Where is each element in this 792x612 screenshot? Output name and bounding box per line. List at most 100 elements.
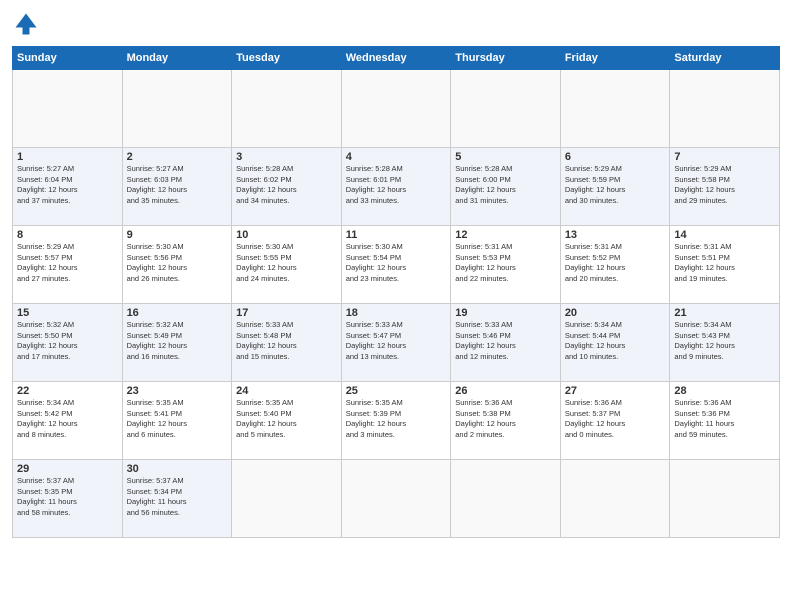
day-info: Sunrise: 5:28 AM Sunset: 6:01 PM Dayligh…: [346, 164, 447, 206]
day-info: Sunrise: 5:34 AM Sunset: 5:43 PM Dayligh…: [674, 320, 775, 362]
day-number: 26: [455, 385, 556, 397]
day-number: 13: [565, 229, 666, 241]
day-cell: 15Sunrise: 5:32 AM Sunset: 5:50 PM Dayli…: [13, 304, 123, 382]
day-number: 17: [236, 307, 337, 319]
day-info: Sunrise: 5:35 AM Sunset: 5:41 PM Dayligh…: [127, 398, 228, 440]
col-header-tuesday: Tuesday: [232, 47, 342, 70]
week-row-1: 1Sunrise: 5:27 AM Sunset: 6:04 PM Daylig…: [13, 148, 780, 226]
day-cell: 26Sunrise: 5:36 AM Sunset: 5:38 PM Dayli…: [451, 382, 561, 460]
day-cell: [670, 460, 780, 538]
calendar-table: SundayMondayTuesdayWednesdayThursdayFrid…: [12, 46, 780, 538]
day-number: 1: [17, 151, 118, 163]
header-row: SundayMondayTuesdayWednesdayThursdayFrid…: [13, 47, 780, 70]
day-number: 3: [236, 151, 337, 163]
day-cell: 28Sunrise: 5:36 AM Sunset: 5:36 PM Dayli…: [670, 382, 780, 460]
day-number: 9: [127, 229, 228, 241]
day-cell: 8Sunrise: 5:29 AM Sunset: 5:57 PM Daylig…: [13, 226, 123, 304]
day-number: 25: [346, 385, 447, 397]
day-number: 27: [565, 385, 666, 397]
day-cell: [341, 70, 451, 148]
day-cell: [560, 460, 670, 538]
day-info: Sunrise: 5:31 AM Sunset: 5:51 PM Dayligh…: [674, 242, 775, 284]
week-row-3: 15Sunrise: 5:32 AM Sunset: 5:50 PM Dayli…: [13, 304, 780, 382]
week-row-2: 8Sunrise: 5:29 AM Sunset: 5:57 PM Daylig…: [13, 226, 780, 304]
day-info: Sunrise: 5:35 AM Sunset: 5:39 PM Dayligh…: [346, 398, 447, 440]
day-info: Sunrise: 5:30 AM Sunset: 5:54 PM Dayligh…: [346, 242, 447, 284]
day-cell: 17Sunrise: 5:33 AM Sunset: 5:48 PM Dayli…: [232, 304, 342, 382]
day-number: 15: [17, 307, 118, 319]
col-header-sunday: Sunday: [13, 47, 123, 70]
day-cell: 29Sunrise: 5:37 AM Sunset: 5:35 PM Dayli…: [13, 460, 123, 538]
day-cell: [13, 70, 123, 148]
day-number: 16: [127, 307, 228, 319]
week-row-4: 22Sunrise: 5:34 AM Sunset: 5:42 PM Dayli…: [13, 382, 780, 460]
week-row-0: [13, 70, 780, 148]
day-cell: 20Sunrise: 5:34 AM Sunset: 5:44 PM Dayli…: [560, 304, 670, 382]
day-cell: 10Sunrise: 5:30 AM Sunset: 5:55 PM Dayli…: [232, 226, 342, 304]
logo: [12, 10, 44, 38]
day-number: 19: [455, 307, 556, 319]
day-info: Sunrise: 5:33 AM Sunset: 5:47 PM Dayligh…: [346, 320, 447, 362]
day-cell: 27Sunrise: 5:36 AM Sunset: 5:37 PM Dayli…: [560, 382, 670, 460]
day-number: 22: [17, 385, 118, 397]
day-cell: [451, 460, 561, 538]
day-info: Sunrise: 5:30 AM Sunset: 5:55 PM Dayligh…: [236, 242, 337, 284]
day-cell: 18Sunrise: 5:33 AM Sunset: 5:47 PM Dayli…: [341, 304, 451, 382]
day-info: Sunrise: 5:33 AM Sunset: 5:46 PM Dayligh…: [455, 320, 556, 362]
day-number: 11: [346, 229, 447, 241]
day-info: Sunrise: 5:32 AM Sunset: 5:50 PM Dayligh…: [17, 320, 118, 362]
day-info: Sunrise: 5:30 AM Sunset: 5:56 PM Dayligh…: [127, 242, 228, 284]
day-number: 29: [17, 463, 118, 475]
day-info: Sunrise: 5:36 AM Sunset: 5:37 PM Dayligh…: [565, 398, 666, 440]
day-info: Sunrise: 5:29 AM Sunset: 5:57 PM Dayligh…: [17, 242, 118, 284]
day-info: Sunrise: 5:32 AM Sunset: 5:49 PM Dayligh…: [127, 320, 228, 362]
day-number: 2: [127, 151, 228, 163]
day-cell: 23Sunrise: 5:35 AM Sunset: 5:41 PM Dayli…: [122, 382, 232, 460]
day-info: Sunrise: 5:27 AM Sunset: 6:03 PM Dayligh…: [127, 164, 228, 206]
day-cell: 12Sunrise: 5:31 AM Sunset: 5:53 PM Dayli…: [451, 226, 561, 304]
day-cell: [670, 70, 780, 148]
col-header-thursday: Thursday: [451, 47, 561, 70]
day-cell: 13Sunrise: 5:31 AM Sunset: 5:52 PM Dayli…: [560, 226, 670, 304]
day-cell: [232, 70, 342, 148]
day-cell: 16Sunrise: 5:32 AM Sunset: 5:49 PM Dayli…: [122, 304, 232, 382]
day-info: Sunrise: 5:37 AM Sunset: 5:35 PM Dayligh…: [17, 476, 118, 518]
day-cell: 11Sunrise: 5:30 AM Sunset: 5:54 PM Dayli…: [341, 226, 451, 304]
day-info: Sunrise: 5:37 AM Sunset: 5:34 PM Dayligh…: [127, 476, 228, 518]
day-cell: 14Sunrise: 5:31 AM Sunset: 5:51 PM Dayli…: [670, 226, 780, 304]
day-number: 14: [674, 229, 775, 241]
col-header-wednesday: Wednesday: [341, 47, 451, 70]
col-header-monday: Monday: [122, 47, 232, 70]
header: [12, 10, 780, 38]
day-cell: [451, 70, 561, 148]
day-number: 20: [565, 307, 666, 319]
day-info: Sunrise: 5:31 AM Sunset: 5:53 PM Dayligh…: [455, 242, 556, 284]
day-cell: 6Sunrise: 5:29 AM Sunset: 5:59 PM Daylig…: [560, 148, 670, 226]
day-cell: 21Sunrise: 5:34 AM Sunset: 5:43 PM Dayli…: [670, 304, 780, 382]
day-cell: [232, 460, 342, 538]
logo-icon: [12, 10, 40, 38]
day-cell: 9Sunrise: 5:30 AM Sunset: 5:56 PM Daylig…: [122, 226, 232, 304]
day-cell: 3Sunrise: 5:28 AM Sunset: 6:02 PM Daylig…: [232, 148, 342, 226]
day-cell: 25Sunrise: 5:35 AM Sunset: 5:39 PM Dayli…: [341, 382, 451, 460]
day-number: 23: [127, 385, 228, 397]
day-number: 7: [674, 151, 775, 163]
day-cell: 19Sunrise: 5:33 AM Sunset: 5:46 PM Dayli…: [451, 304, 561, 382]
day-cell: 1Sunrise: 5:27 AM Sunset: 6:04 PM Daylig…: [13, 148, 123, 226]
day-info: Sunrise: 5:27 AM Sunset: 6:04 PM Dayligh…: [17, 164, 118, 206]
day-number: 8: [17, 229, 118, 241]
day-number: 6: [565, 151, 666, 163]
day-cell: 4Sunrise: 5:28 AM Sunset: 6:01 PM Daylig…: [341, 148, 451, 226]
day-info: Sunrise: 5:28 AM Sunset: 6:02 PM Dayligh…: [236, 164, 337, 206]
day-number: 10: [236, 229, 337, 241]
day-info: Sunrise: 5:36 AM Sunset: 5:38 PM Dayligh…: [455, 398, 556, 440]
day-cell: [341, 460, 451, 538]
day-number: 28: [674, 385, 775, 397]
day-cell: 5Sunrise: 5:28 AM Sunset: 6:00 PM Daylig…: [451, 148, 561, 226]
day-info: Sunrise: 5:31 AM Sunset: 5:52 PM Dayligh…: [565, 242, 666, 284]
day-number: 5: [455, 151, 556, 163]
col-header-saturday: Saturday: [670, 47, 780, 70]
day-cell: [560, 70, 670, 148]
day-cell: 7Sunrise: 5:29 AM Sunset: 5:58 PM Daylig…: [670, 148, 780, 226]
day-info: Sunrise: 5:28 AM Sunset: 6:00 PM Dayligh…: [455, 164, 556, 206]
